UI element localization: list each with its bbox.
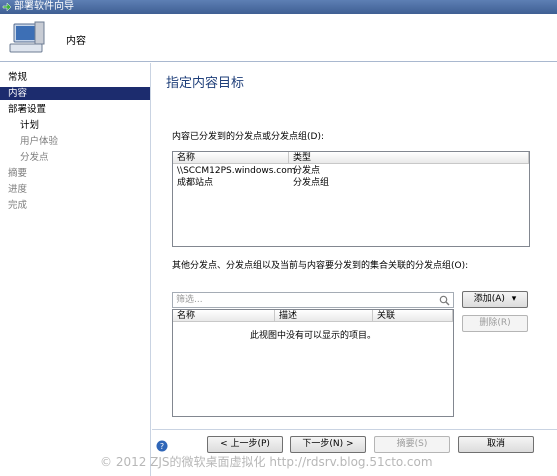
dropdown-arrow-icon: ▾ — [511, 294, 517, 304]
wizard-steps-sidebar: 常规 内容 部署设置 计划 用户体验 分发点 摘要 进度 完成 — [0, 63, 151, 476]
page-heading: 指定内容目标 — [166, 76, 245, 91]
list-item-type: 分发点 — [293, 166, 321, 176]
column-header-association[interactable]: 关联 — [373, 310, 453, 322]
other-points-label: 其他分发点、分发点组以及当前与内容要分发到的集合关联的分发点组(O): — [172, 261, 469, 271]
distributed-points-list[interactable]: 名称 类型 \\SCCM12PS.windows.com 分发点 成都站点 分发… — [172, 151, 530, 247]
add-button-label: 添加(A) — [473, 294, 505, 304]
next-button[interactable]: 下一步(N) > — [290, 436, 366, 453]
summary-button[interactable]: 摘要(S) — [374, 436, 450, 453]
list-item-name[interactable]: 成都站点 — [173, 178, 213, 189]
column-header-name[interactable]: 名称 — [173, 152, 289, 164]
watermark-text: © 2012 ZJS的微软桌面虚拟化 http://rdsrv.blog.51c… — [100, 455, 433, 469]
column-header-description[interactable]: 描述 — [275, 310, 373, 322]
list-item-type: 分发点组 — [293, 178, 330, 188]
sidebar-item-distribution-points[interactable]: 分发点 — [20, 151, 49, 164]
remove-button[interactable]: 删除(R) — [462, 315, 528, 332]
sidebar-item-user-experience[interactable]: 用户体验 — [20, 135, 58, 148]
wizard-arrow-icon — [2, 2, 12, 12]
other-points-list[interactable]: 名称 描述 关联 此视图中没有可以显示的项目。 — [172, 309, 454, 417]
search-icon[interactable] — [439, 295, 450, 306]
filter-input[interactable]: 筛选... — [172, 292, 454, 308]
filter-placeholder: 筛选... — [176, 295, 203, 305]
wizard-content-pane: 指定内容目标 内容已分发到的分发点或分发点组(D): 名称 类型 \\SCCM1… — [152, 63, 557, 429]
sidebar-item-schedule[interactable]: 计划 — [20, 119, 39, 132]
sidebar-item-deployment-settings[interactable]: 部署设置 — [8, 103, 46, 116]
empty-list-message: 此视图中没有可以显示的项目。 — [249, 331, 376, 341]
window-titlebar: 部署软件向导 — [0, 0, 557, 14]
sidebar-item-progress[interactable]: 进度 — [8, 183, 27, 196]
svg-text:?: ? — [160, 442, 164, 451]
sidebar-item-content[interactable]: 内容 — [0, 87, 150, 100]
add-button[interactable]: 添加(A) ▾ — [462, 291, 528, 308]
sidebar-item-general[interactable]: 常规 — [8, 71, 27, 84]
cancel-button[interactable]: 取消 — [458, 436, 534, 453]
help-icon[interactable]: ? — [156, 440, 168, 452]
sidebar-item-summary[interactable]: 摘要 — [8, 167, 27, 180]
column-header-type[interactable]: 类型 — [289, 152, 529, 164]
computer-icon — [9, 21, 45, 53]
sidebar-item-completion[interactable]: 完成 — [8, 199, 27, 212]
wizard-header: 内容 — [0, 14, 557, 62]
window-title: 部署软件向导 — [14, 1, 74, 12]
distributed-list-label: 内容已分发到的分发点或分发点组(D): — [172, 132, 324, 142]
previous-button[interactable]: < 上一步(P) — [207, 436, 283, 453]
list-item-name[interactable]: \\SCCM12PS.windows.com — [173, 166, 295, 177]
column-header-name[interactable]: 名称 — [173, 310, 275, 322]
page-title: 内容 — [66, 36, 86, 47]
